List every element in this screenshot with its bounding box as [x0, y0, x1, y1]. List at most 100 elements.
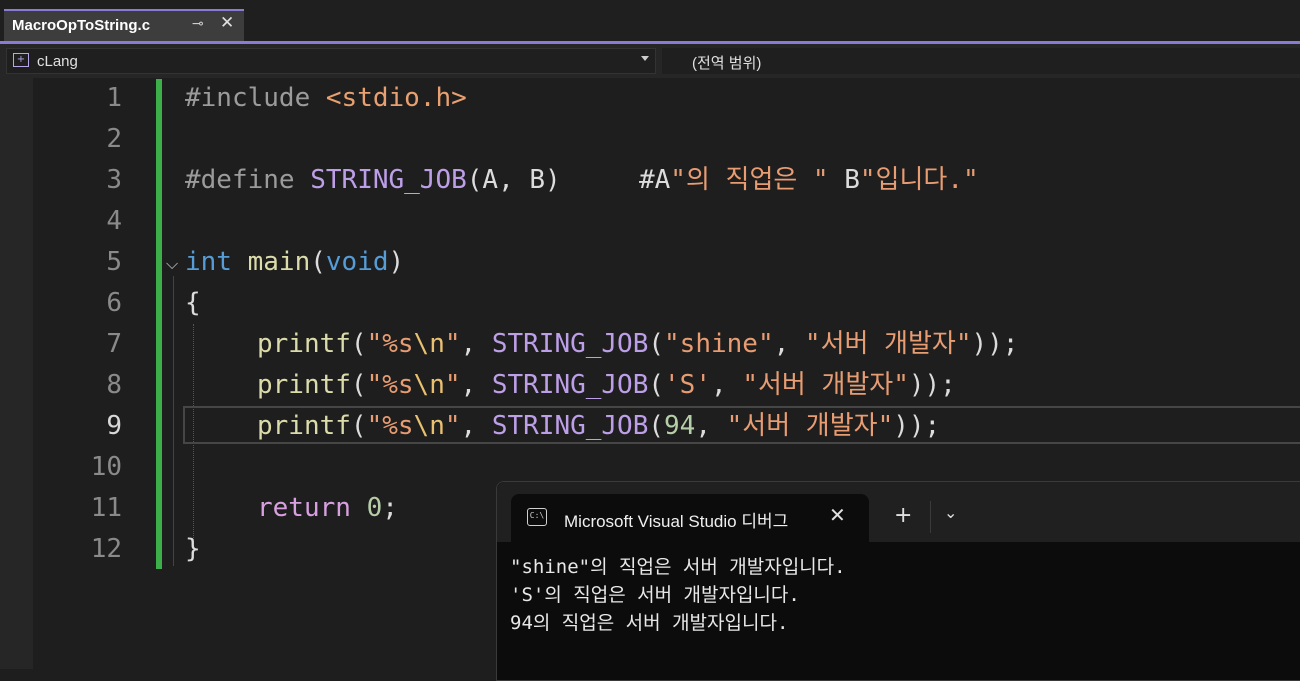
preprocessor-directive: #include: [185, 83, 326, 113]
console-output-line: 94의 직업은 서버 개발자입니다.: [510, 612, 789, 634]
terminal-tab-title: Microsoft Visual Studio 디버그: [564, 512, 789, 531]
code-line-9[interactable]: printf("%s\n", STRING_JOB(94, "서버 개발자"))…: [257, 406, 940, 447]
line-number: 2: [106, 124, 122, 154]
function-call: printf: [257, 329, 351, 359]
paren: (: [350, 411, 367, 441]
fold-region-line: [173, 276, 174, 566]
paren: (: [648, 370, 665, 400]
include-header: <stdio.h>: [325, 83, 467, 113]
format-string: "%s: [366, 370, 414, 400]
paren: (: [648, 329, 665, 359]
macro-name: STRING_JOB: [310, 165, 467, 195]
code-line-6[interactable]: {: [185, 283, 201, 324]
close-icon[interactable]: ✕: [829, 503, 846, 527]
format-string-end: ": [444, 370, 461, 400]
console-output-line: 'S'의 직업은 서버 개발자입니다.: [510, 584, 800, 606]
escape-sequence: \n: [413, 411, 445, 441]
comma: ,: [460, 411, 492, 441]
return-keyword: return: [257, 493, 351, 523]
string-literal: "서버 개발자": [804, 329, 972, 359]
new-tab-button[interactable]: +: [894, 503, 912, 528]
code-line-1[interactable]: #include <stdio.h>: [185, 78, 467, 119]
line-number: 6: [106, 288, 122, 318]
fold-chevron-icon[interactable]: ⌵: [166, 254, 178, 274]
preprocessor-directive: #define: [185, 165, 311, 195]
code-line-3[interactable]: #define STRING_JOB(A, B) #A"의 직업은 " B"입니…: [185, 160, 979, 201]
paren: ): [388, 247, 405, 277]
char-literal: 'S': [664, 370, 711, 400]
macro-call: STRING_JOB: [491, 370, 649, 400]
function-call: printf: [257, 370, 351, 400]
string-literal: "의 직업은 ": [670, 165, 829, 195]
line-number: 8: [106, 370, 122, 400]
terminal-icon: C:\: [527, 508, 547, 526]
code-line-7[interactable]: printf("%s\n", STRING_JOB("shine", "서버 개…: [257, 324, 1018, 365]
line-number: 12: [90, 534, 122, 564]
function-call: printf: [257, 411, 351, 441]
document-tab[interactable]: MacroOpToString.c ⊸ ✕: [4, 9, 244, 41]
statement-end: ));: [908, 370, 956, 400]
project-icon: +: [13, 53, 29, 67]
keyword: int: [185, 247, 232, 277]
project-name: cLang: [37, 53, 78, 70]
code-line-12[interactable]: }: [185, 529, 201, 570]
format-string: "%s: [366, 411, 414, 441]
project-dropdown[interactable]: + cLang: [6, 48, 656, 74]
close-tab-icon[interactable]: ✕: [220, 13, 234, 33]
string-literal: "shine": [664, 329, 774, 359]
comma: ,: [460, 329, 492, 359]
navigation-bar: + cLang (전역 범위): [0, 44, 1300, 78]
statement-end: ));: [971, 329, 1019, 359]
brace: }: [185, 534, 201, 564]
line-number: 11: [90, 493, 122, 523]
line-number: 9: [106, 411, 122, 441]
format-string: "%s: [366, 329, 414, 359]
macro-call: STRING_JOB: [491, 411, 649, 441]
chevron-down-icon[interactable]: ⌄: [944, 503, 957, 522]
paren: (: [648, 411, 665, 441]
paren: (: [350, 329, 367, 359]
param-b: B: [828, 165, 860, 195]
number-literal: 94: [664, 411, 696, 441]
code-line-11[interactable]: return 0;: [257, 488, 398, 529]
string-literal: "입니다.": [859, 165, 979, 195]
stringize-a: #A: [638, 165, 671, 195]
change-tracking-bar: [156, 79, 162, 569]
string-literal: "서버 개발자": [726, 411, 894, 441]
document-tab-title[interactable]: MacroOpToString.c: [12, 17, 150, 34]
divider: [930, 501, 931, 533]
console-output-line: "shine"의 직업은 서버 개발자입니다.: [510, 556, 846, 578]
terminal-tab[interactable]: C:\ Microsoft Visual Studio 디버그 ✕: [511, 494, 869, 542]
keyword: void: [325, 247, 389, 277]
line-number: 10: [90, 452, 122, 482]
scope-dropdown[interactable]: (전역 범위): [662, 48, 1300, 74]
line-number: 7: [106, 329, 122, 359]
comma: ,: [695, 411, 727, 441]
debug-console-window[interactable]: C:\ Microsoft Visual Studio 디버그 ✕ + ⌄ "s…: [496, 481, 1300, 681]
macro-call: STRING_JOB: [491, 329, 649, 359]
terminal-titlebar: C:\ Microsoft Visual Studio 디버그 ✕ + ⌄: [497, 482, 1300, 542]
escape-sequence: \n: [413, 329, 445, 359]
format-string-end: ": [444, 411, 461, 441]
editor-left-margin: [0, 78, 33, 669]
scope-label: (전역 범위): [692, 55, 762, 72]
code-line-8[interactable]: printf("%s\n", STRING_JOB('S', "서버 개발자")…: [257, 365, 956, 406]
format-string-end: ": [444, 329, 461, 359]
code-line-5[interactable]: int main(void): [185, 242, 404, 283]
number-literal: 0: [350, 493, 383, 523]
paren: (: [310, 247, 326, 277]
string-literal: "서버 개발자": [742, 370, 909, 400]
paren: (: [350, 370, 367, 400]
macro-params: (A, B): [466, 165, 561, 195]
line-number: 5: [106, 247, 122, 277]
line-number: 4: [106, 206, 122, 236]
brace: {: [185, 288, 201, 318]
line-number: 1: [106, 83, 122, 113]
statement-end: ;: [382, 493, 398, 523]
pin-icon[interactable]: ⊸: [192, 16, 204, 32]
line-number: 3: [106, 165, 122, 195]
document-tab-strip: MacroOpToString.c ⊸ ✕: [0, 0, 1300, 41]
statement-end: ));: [893, 411, 941, 441]
chevron-down-icon[interactable]: [641, 56, 649, 61]
